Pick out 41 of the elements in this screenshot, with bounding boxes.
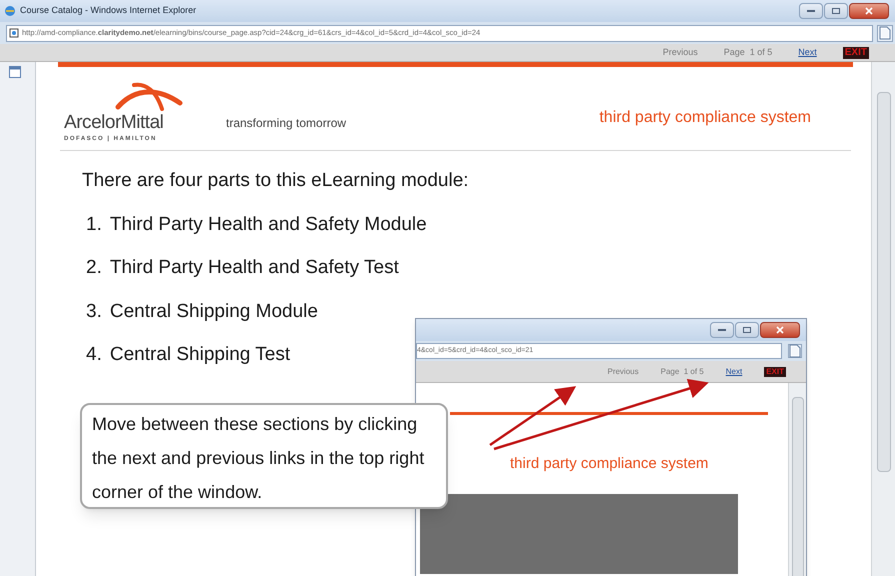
- list-number: 3.: [86, 300, 102, 324]
- next-link[interactable]: Next: [798, 46, 817, 60]
- list-item: Central Shipping Test: [110, 343, 290, 367]
- next-link[interactable]: Next: [726, 366, 742, 378]
- maximize-button[interactable]: [824, 3, 848, 19]
- compatibility-button[interactable]: [788, 344, 802, 358]
- window-title: Course Catalog - Windows Internet Explorer: [20, 4, 198, 18]
- close-button[interactable]: [849, 3, 889, 19]
- minimize-button[interactable]: [799, 3, 823, 19]
- list-number: 4.: [86, 343, 102, 367]
- close-icon: [776, 326, 784, 334]
- list-item: Third Party Health and Safety Module: [110, 212, 427, 236]
- list-item: Third Party Health and Safety Test: [110, 256, 399, 280]
- previous-link[interactable]: Previous: [662, 46, 698, 60]
- previous-link[interactable]: Previous: [607, 366, 639, 378]
- callout-text: Move between these sections by clicking the next and previous links in the top right corner of the window.: [92, 413, 426, 504]
- compatibility-button[interactable]: [877, 24, 893, 42]
- minimize-button[interactable]: [710, 322, 734, 338]
- list-item: Central Shipping Module: [110, 300, 318, 324]
- list-number: 2.: [86, 256, 102, 280]
- page-icon: [789, 344, 801, 358]
- page-indicator: Page 1 of 5: [724, 46, 772, 59]
- close-button[interactable]: [760, 322, 800, 338]
- page-icon: [9, 28, 19, 38]
- intro-text: There are four parts to this eLearning module:: [82, 169, 470, 193]
- maximize-button[interactable]: [735, 322, 759, 338]
- system-title: third party compliance system: [510, 454, 710, 474]
- scrollbar[interactable]: [788, 383, 806, 576]
- close-icon: [865, 7, 873, 15]
- page-icon: [879, 26, 891, 40]
- panel-icon: [9, 66, 21, 78]
- browser-icon: [4, 5, 16, 17]
- list-number: 1.: [86, 212, 102, 236]
- page-indicator: Page 1 of 5: [660, 366, 704, 378]
- scrollbar[interactable]: [871, 62, 895, 576]
- exit-button[interactable]: EXIT: [764, 366, 786, 376]
- brand-name: ArcelorMittal: [64, 111, 164, 135]
- system-title: third party compliance system: [599, 108, 811, 128]
- exit-button[interactable]: EXIT: [842, 46, 869, 58]
- logo-icon: [114, 81, 184, 112]
- tagline: transforming tomorrow: [226, 115, 348, 132]
